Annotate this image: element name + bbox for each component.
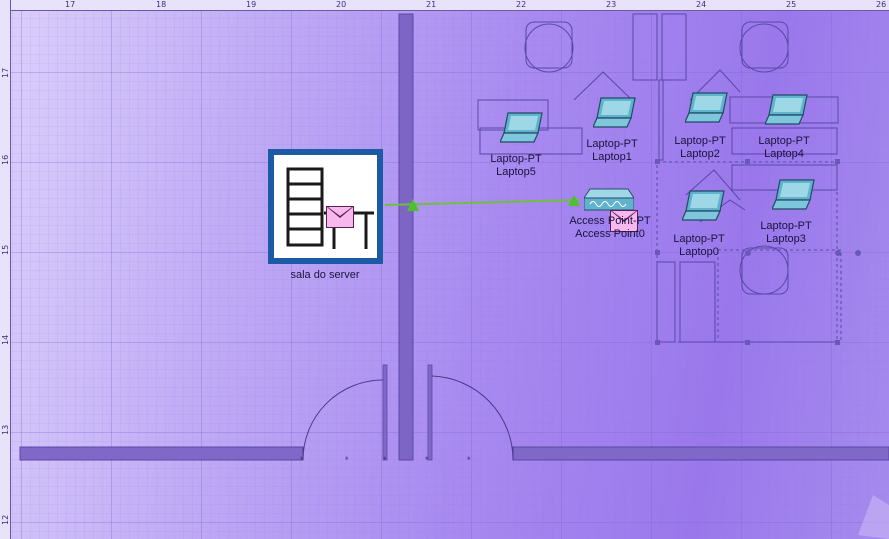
access-point-type: Access Point-PT (569, 215, 651, 227)
laptop-label: Laptop-PT Laptop0 (659, 233, 739, 259)
laptop-device[interactable] (764, 93, 809, 127)
ruler-tick: 19 (246, 0, 257, 9)
laptop-label: Laptop-PT Laptop5 (476, 153, 556, 179)
laptop-icon (499, 112, 543, 143)
ruler-tick: 14 (1, 334, 10, 345)
laptop-name: Laptop2 (680, 148, 720, 160)
ruler-tick: 16 (1, 154, 10, 165)
ruler-tick: 15 (1, 244, 10, 255)
laptop-type: Laptop-PT (673, 233, 725, 245)
laptop-type: Laptop-PT (758, 135, 810, 147)
laptop-device[interactable] (592, 96, 637, 130)
laptop-name: Laptop5 (496, 166, 536, 178)
access-point-name: Access Point0 (575, 228, 645, 240)
laptop-device[interactable] (771, 178, 816, 212)
vertical-ruler: 17 16 15 14 13 12 (0, 0, 11, 539)
laptop-type: Laptop-PT (760, 220, 812, 232)
ruler-tick: 20 (336, 0, 347, 9)
grid: * * * * * (0, 0, 889, 539)
ruler-tick: 25 (786, 0, 797, 9)
server-room-label: sala do server (290, 269, 360, 281)
laptop-type: Laptop-PT (586, 138, 638, 150)
ruler-tick: 13 (1, 424, 10, 435)
ruler-tick: 12 (1, 514, 10, 525)
ruler-tick: 17 (1, 67, 10, 78)
laptop-icon (592, 97, 636, 128)
ruler-tick: 18 (156, 0, 167, 9)
laptop-icon (684, 92, 728, 123)
svg-text:*: * (300, 455, 304, 465)
workspace-canvas[interactable]: * * * * * 17 18 19 20 21 22 23 24 25 26 … (0, 0, 889, 539)
laptop-name: Laptop3 (766, 233, 806, 245)
laptop-type: Laptop-PT (674, 135, 726, 147)
laptop-label: Laptop-PT Laptop3 (746, 220, 826, 246)
svg-text:*: * (425, 455, 429, 465)
laptop-name: Laptop0 (679, 246, 719, 258)
laptop-label: Laptop-PT Laptop2 (660, 135, 740, 161)
ruler-tick: 17 (65, 0, 76, 9)
ruler-tick: 26 (876, 0, 887, 9)
access-point-icon (583, 188, 635, 211)
laptop-device[interactable] (681, 189, 726, 223)
svg-text:*: * (467, 455, 471, 465)
laptop-name: Laptop4 (764, 148, 804, 160)
ruler-tick: 21 (426, 0, 437, 9)
laptop-type: Laptop-PT (490, 153, 542, 165)
svg-text:*: * (345, 455, 349, 465)
horizontal-ruler: 17 18 19 20 21 22 23 24 25 26 (0, 0, 889, 11)
laptop-device[interactable] (684, 91, 729, 125)
laptop-label: Laptop-PT Laptop1 (572, 138, 652, 164)
access-point-device[interactable] (583, 186, 635, 212)
envelope-icon[interactable] (326, 206, 354, 228)
laptop-device[interactable] (499, 111, 544, 145)
ruler-tick: 22 (516, 0, 527, 9)
ruler-tick: 24 (696, 0, 707, 9)
ruler-tick: 23 (606, 0, 617, 9)
svg-text:*: * (383, 455, 387, 465)
laptop-icon (771, 179, 815, 210)
access-point-label: Access Point-PT Access Point0 (560, 215, 660, 241)
laptop-icon (764, 94, 808, 125)
laptop-label: Laptop-PT Laptop4 (744, 135, 824, 161)
laptop-icon (681, 190, 725, 221)
laptop-name: Laptop1 (592, 151, 632, 163)
